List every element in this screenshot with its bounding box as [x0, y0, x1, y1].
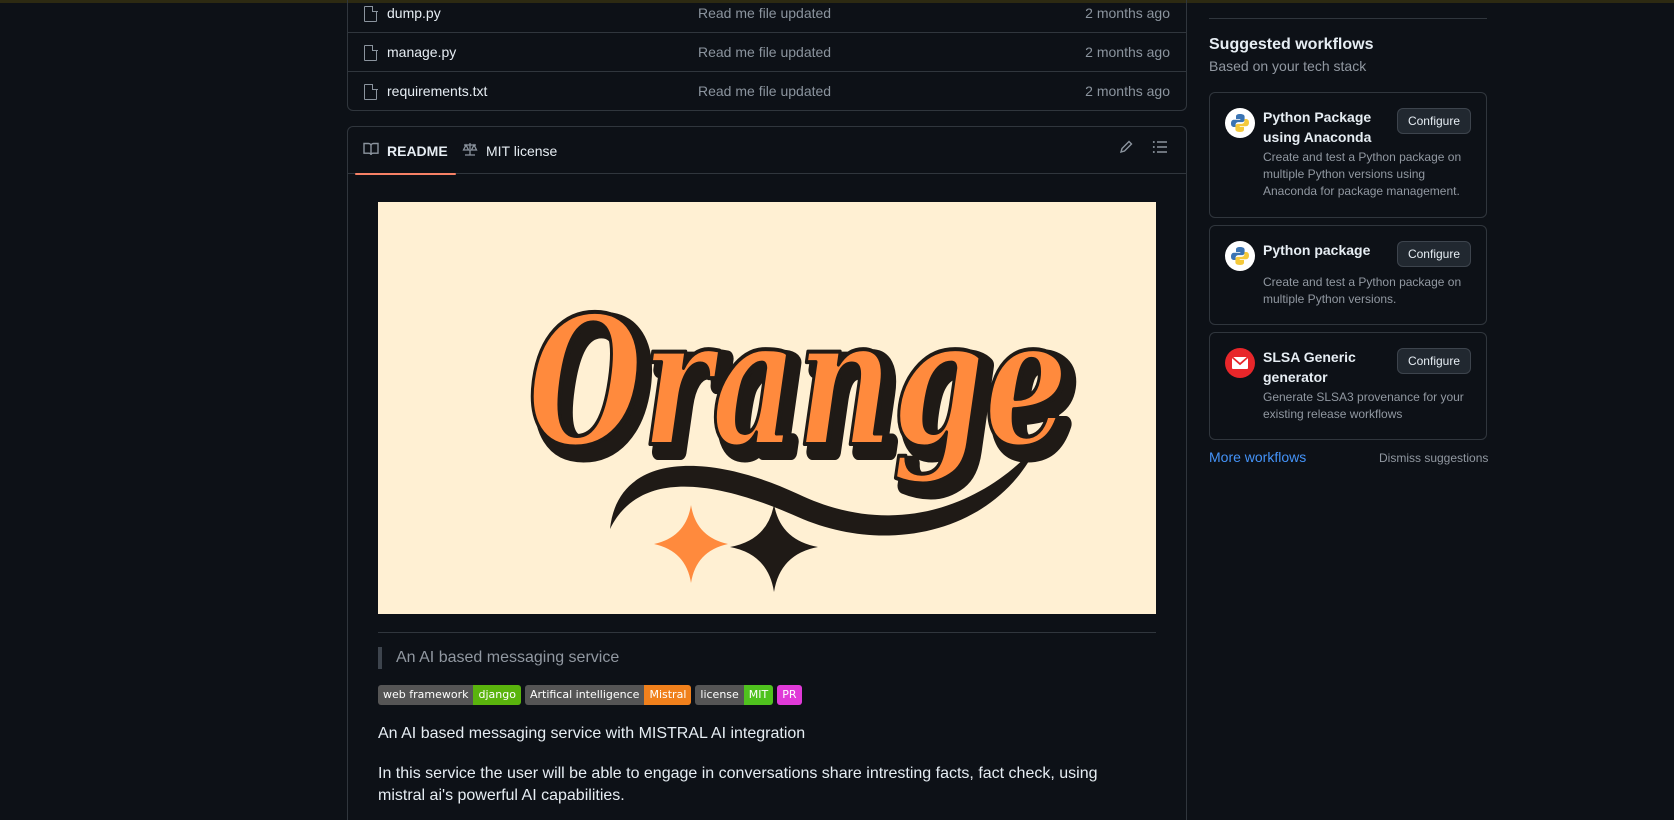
badge-label: license	[695, 685, 744, 705]
workflow-title[interactable]: Python package	[1263, 240, 1388, 260]
slsa-icon	[1225, 348, 1255, 378]
suggested-workflows-title: Suggested workflows	[1209, 36, 1374, 53]
file-row[interactable]: requirements.txt Read me file updated 2 …	[348, 71, 1186, 109]
divider	[378, 632, 1156, 633]
more-workflows-link[interactable]: More workflows	[1209, 449, 1306, 465]
badge-django[interactable]: web framework django	[378, 685, 521, 705]
file-icon	[364, 44, 378, 61]
file-name[interactable]: manage.py	[387, 44, 456, 60]
readme-panel: README MIT license Orange Orange An AI b…	[347, 126, 1187, 820]
file-row[interactable]: dump.py Read me file updated 2 months ag…	[348, 0, 1186, 32]
configure-button[interactable]: Configure	[1396, 108, 1471, 134]
file-name[interactable]: dump.py	[387, 5, 441, 21]
python-icon	[1225, 241, 1255, 271]
orange-banner-image: Orange Orange	[378, 202, 1156, 614]
commit-date: 2 months ago	[1085, 44, 1170, 60]
file-name[interactable]: requirements.txt	[387, 83, 487, 99]
badge-mistral[interactable]: Artifical intelligence Mistral	[524, 685, 692, 705]
tab-label: MIT license	[486, 142, 558, 159]
readme-tabs: README MIT license	[348, 127, 1186, 175]
badge-license[interactable]: license MIT	[695, 685, 774, 705]
workflow-card: Python package Configure Create and test…	[1209, 225, 1487, 325]
configure-button[interactable]: Configure	[1396, 241, 1471, 267]
commit-message[interactable]: Read me file updated	[698, 44, 831, 60]
workflow-description: Create and test a Python package on mult…	[1263, 275, 1462, 306]
file-icon	[364, 5, 378, 22]
badge-row: web framework django Artifical intellige…	[378, 685, 802, 705]
commit-message[interactable]: Read me file updated	[698, 83, 831, 99]
banner-word: Orange	[528, 277, 1068, 486]
sidebar-divider	[1209, 18, 1487, 19]
book-icon	[363, 142, 379, 159]
badge-value: Mistral	[644, 685, 692, 705]
workflow-card: SLSA Generic generator Configure Generat…	[1209, 332, 1487, 440]
badge-label: Artifical intelligence	[524, 685, 645, 705]
file-icon	[364, 83, 378, 100]
badge-pr[interactable]: PR	[777, 685, 802, 705]
pencil-icon[interactable]	[1115, 139, 1137, 161]
commit-message[interactable]: Read me file updated	[698, 5, 831, 21]
dismiss-suggestions-link[interactable]: Dismiss suggestions	[1379, 451, 1488, 465]
tab-license[interactable]: MIT license	[462, 127, 557, 174]
workflow-title[interactable]: Python Package using Anaconda	[1263, 107, 1388, 147]
badge-label: web framework	[378, 685, 474, 705]
scale-icon	[462, 142, 478, 159]
readme-paragraph: An AI based messaging service with MISTR…	[378, 725, 806, 742]
suggested-workflows-subtitle: Based on your tech stack	[1209, 58, 1367, 74]
list-icon[interactable]	[1149, 139, 1171, 161]
file-row[interactable]: manage.py Read me file updated 2 months …	[348, 32, 1186, 70]
workflow-title[interactable]: SLSA Generic generator	[1263, 347, 1388, 387]
badge-value: MIT	[743, 685, 774, 705]
python-icon	[1225, 108, 1255, 138]
badge-value: django	[473, 685, 521, 705]
tab-label: README	[387, 142, 448, 159]
workflow-description: Generate SLSA3 provenance for your exist…	[1263, 390, 1464, 421]
commit-date: 2 months ago	[1085, 5, 1170, 21]
file-list: dump.py Read me file updated 2 months ag…	[347, 0, 1187, 111]
workflow-description: Create and test a Python package on mult…	[1263, 150, 1462, 198]
readme-blockquote: An AI based messaging service	[378, 647, 619, 669]
commit-date: 2 months ago	[1085, 83, 1170, 99]
readme-paragraph: In this service the user will be able to…	[378, 765, 1098, 804]
badge-value: PR	[777, 685, 802, 705]
tab-readme[interactable]: README	[355, 127, 456, 175]
workflow-card: Python Package using Anaconda Configure …	[1209, 92, 1487, 218]
configure-button[interactable]: Configure	[1396, 348, 1471, 374]
